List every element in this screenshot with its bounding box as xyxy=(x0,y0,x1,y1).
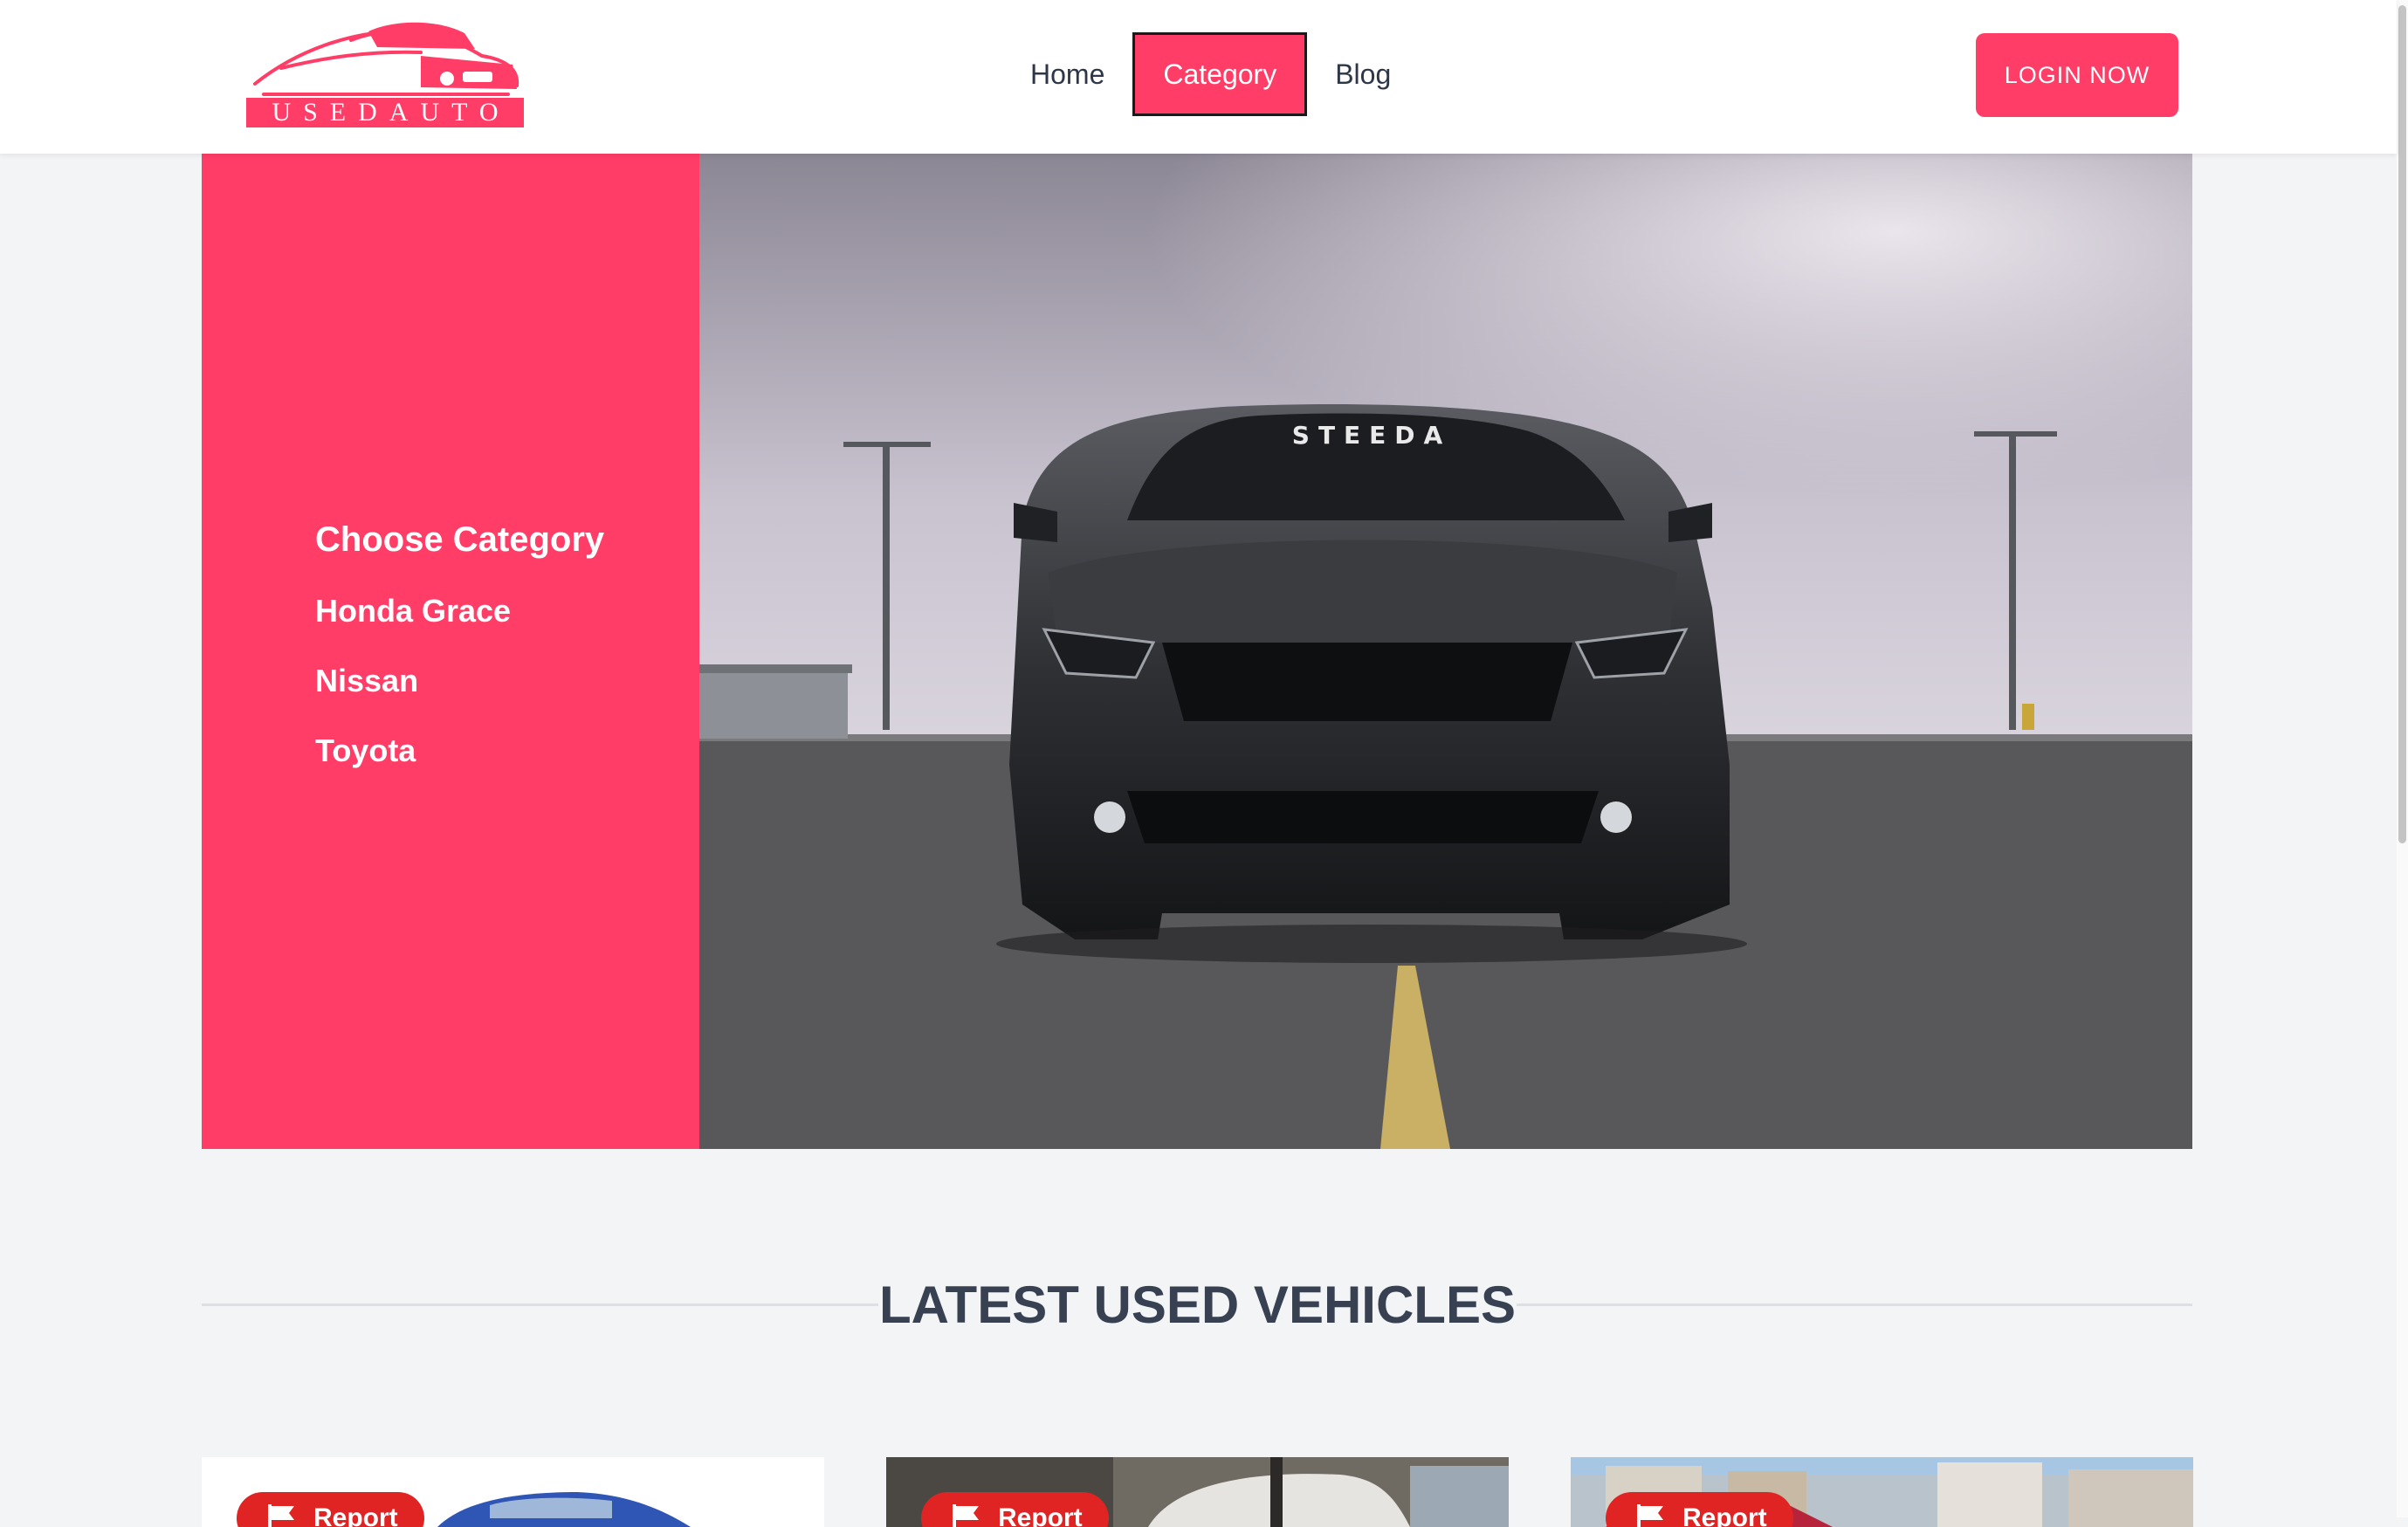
windshield-text: STEEDA xyxy=(1292,421,1451,450)
nav-home[interactable]: Home xyxy=(1002,32,1132,116)
report-label: Report xyxy=(313,1503,398,1527)
section-divider-left xyxy=(202,1303,878,1306)
nav-blog[interactable]: Blog xyxy=(1307,32,1419,116)
logo-wordmark: USEDAUTO xyxy=(246,98,524,127)
report-button[interactable]: Report xyxy=(921,1492,1109,1527)
category-heading: Choose Category xyxy=(315,520,605,559)
category-item-nissan[interactable]: Nissan xyxy=(315,663,604,699)
scrollbar[interactable] xyxy=(2397,0,2408,1517)
category-list: Choose Category Honda Grace Nissan Toyot… xyxy=(315,520,604,802)
report-label: Report xyxy=(998,1503,1083,1527)
category-item-honda-grace[interactable]: Honda Grace xyxy=(315,593,604,629)
category-panel: Choose Category Honda Grace Nissan Toyot… xyxy=(202,154,699,1149)
report-button[interactable]: Report xyxy=(1606,1492,1793,1527)
vehicle-card[interactable]: Report xyxy=(202,1457,824,1527)
car-logo-icon xyxy=(253,22,519,96)
section-title: LATEST USED VEHICLES xyxy=(879,1276,1516,1334)
flag-icon xyxy=(1637,1504,1663,1527)
section-divider-right xyxy=(1517,1303,2192,1306)
vehicle-card[interactable]: Report xyxy=(886,1457,1509,1527)
latest-vehicles-header: LATEST USED VEHICLES xyxy=(202,1270,2192,1340)
site-header: USEDAUTO Home Category Blog LOGIN NOW xyxy=(0,0,2397,154)
login-button[interactable]: LOGIN NOW xyxy=(1976,33,2178,117)
report-label: Report xyxy=(1682,1503,1767,1527)
nav-category[interactable]: Category xyxy=(1132,32,1308,116)
report-button[interactable]: Report xyxy=(237,1492,424,1527)
site-logo[interactable]: USEDAUTO xyxy=(246,14,524,127)
hero-section: Choose Category Honda Grace Nissan Toyot… xyxy=(202,154,2192,1149)
category-item-toyota[interactable]: Toyota xyxy=(315,733,604,769)
scrollbar-thumb[interactable] xyxy=(2398,5,2406,843)
flag-icon xyxy=(268,1504,294,1527)
main-nav: Home Category Blog xyxy=(1002,32,1419,116)
flag-icon xyxy=(953,1504,979,1527)
hero-car-image: STEEDA xyxy=(699,154,2192,1149)
vehicle-card[interactable]: Report xyxy=(1571,1457,2193,1527)
